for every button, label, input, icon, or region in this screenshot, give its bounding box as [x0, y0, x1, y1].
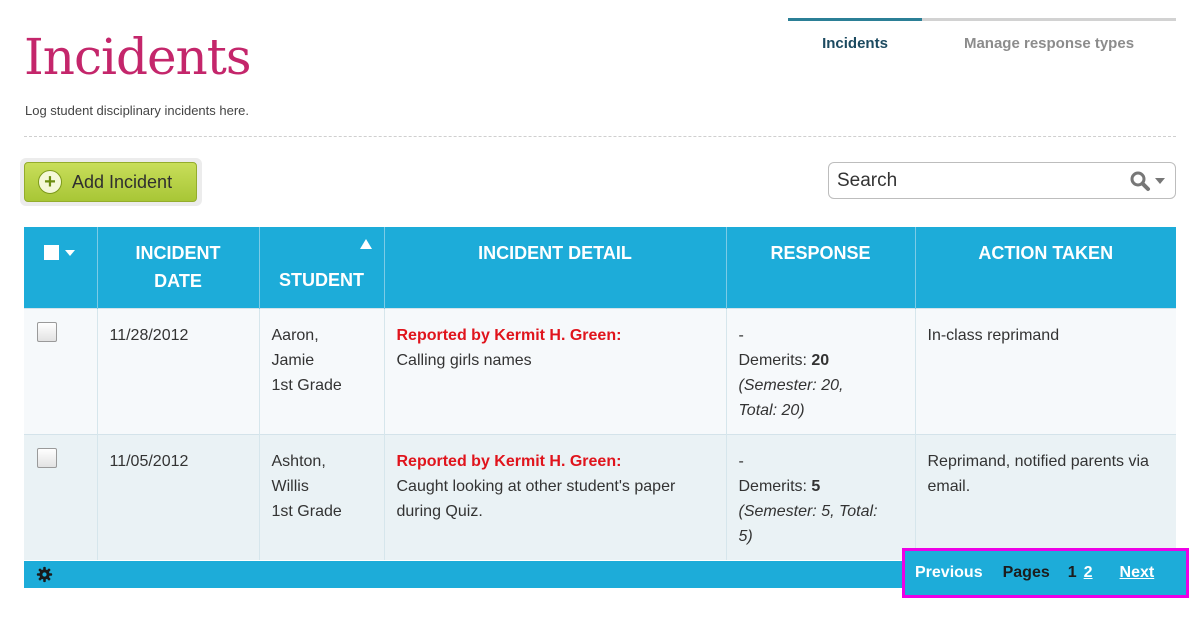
chevron-down-icon[interactable]	[65, 250, 75, 257]
header-incident-date[interactable]: INCIDENT DATE	[97, 227, 260, 308]
search-box	[828, 162, 1176, 199]
incident-detail-cell: Reported by Kermit H. Green: Caught look…	[384, 433, 727, 560]
row-checkbox[interactable]	[37, 447, 57, 468]
previous-page-link[interactable]: Previous	[915, 564, 983, 582]
response-dash: -	[738, 452, 744, 470]
semester-total-line1: (Semester: 5, Total:	[738, 502, 878, 520]
reporter-label: Reported by Kermit H. Green:	[396, 452, 622, 470]
semester-total-line1: (Semester: 20,	[738, 376, 844, 394]
dashed-divider	[24, 136, 1176, 137]
semester-total-line2: 5)	[738, 527, 753, 545]
search-input[interactable]	[829, 163, 1129, 198]
tab-incidents[interactable]: Incidents	[788, 18, 922, 66]
incident-detail-text: Caught looking at other student's paper …	[396, 477, 676, 520]
pages-label: Pages	[1002, 564, 1050, 581]
table-row[interactable]: 11/28/2012 Aaron, Jamie 1st Grade Report…	[24, 307, 1176, 434]
header-incident-date-line1: INCIDENT	[135, 243, 221, 264]
response-dash: -	[738, 326, 744, 344]
search-icon[interactable]	[1129, 170, 1151, 192]
student-name-line1: Aaron,	[271, 326, 319, 344]
header-action-taken-label: ACTION TAKEN	[978, 242, 1114, 263]
incident-detail-cell: Reported by Kermit H. Green: Calling gir…	[384, 307, 727, 434]
header-action-taken[interactable]: ACTION TAKEN	[915, 227, 1176, 308]
row-select-cell	[24, 307, 98, 434]
header-response-label: RESPONSE	[770, 242, 871, 263]
response-cell: - Demerits: 20 (Semester: 20, Total: 20)	[726, 307, 916, 434]
demerits-value: 20	[811, 351, 830, 369]
pagination: Previous Pages 1 2 Next	[902, 548, 1189, 598]
demerits-label: Demerits:	[738, 351, 807, 369]
next-page-link[interactable]: Next	[1120, 564, 1155, 582]
row-checkbox[interactable]	[37, 321, 57, 342]
incident-detail-text: Calling girls names	[396, 351, 532, 369]
demerits-value: 5	[811, 477, 821, 495]
select-all-checkbox[interactable]	[44, 245, 59, 260]
page-subtitle: Log student disciplinary incidents here.	[25, 103, 250, 118]
header-incident-detail[interactable]: INCIDENT DETAIL	[384, 227, 727, 308]
plus-circle-icon: +	[38, 170, 62, 194]
student-name-line2: Willis	[271, 477, 309, 495]
page-title: Incidents	[24, 28, 251, 86]
student-grade: 1st Grade	[271, 376, 342, 394]
page-1-current: 1	[1067, 564, 1077, 581]
tab-manage-response-types[interactable]: Manage response types	[922, 18, 1176, 66]
page-2-link[interactable]: 2	[1084, 564, 1093, 582]
select-all-header	[24, 227, 98, 308]
header-student[interactable]: STUDENT	[259, 227, 385, 308]
add-incident-wrapper: + Add Incident	[20, 158, 202, 206]
add-incident-button[interactable]: + Add Incident	[24, 162, 197, 202]
gear-icon[interactable]	[36, 566, 53, 583]
header-incident-date-line2: DATE	[154, 271, 202, 292]
chevron-down-icon[interactable]	[1153, 176, 1167, 186]
row-select-cell	[24, 433, 98, 560]
sort-ascending-icon	[359, 239, 372, 249]
header-response[interactable]: RESPONSE	[726, 227, 916, 308]
student-cell: Aaron, Jamie 1st Grade	[259, 307, 385, 434]
action-taken-cell: In-class reprimand	[915, 307, 1176, 434]
student-grade: 1st Grade	[271, 502, 342, 520]
reporter-label: Reported by Kermit H. Green:	[396, 326, 622, 344]
student-name-line2: Jamie	[271, 351, 315, 369]
student-name-line1: Ashton,	[271, 452, 326, 470]
demerits-label: Demerits:	[738, 477, 807, 495]
incident-date-cell: 11/05/2012	[97, 433, 260, 560]
table-header-row: INCIDENT DATE STUDENT INCIDENT DETAIL RE…	[24, 227, 1176, 308]
header-student-label: STUDENT	[279, 269, 364, 290]
student-cell: Ashton, Willis 1st Grade	[259, 433, 385, 560]
incidents-table: INCIDENT DATE STUDENT INCIDENT DETAIL RE…	[24, 227, 1176, 560]
table-row[interactable]: 11/05/2012 Ashton, Willis 1st Grade Repo…	[24, 433, 1176, 560]
tab-bar: Incidents Manage response types	[788, 18, 1176, 66]
incident-date-cell: 11/28/2012	[97, 307, 260, 434]
semester-total-line2: Total: 20)	[738, 401, 805, 419]
response-cell: - Demerits: 5 (Semester: 5, Total: 5)	[726, 433, 916, 560]
header-incident-detail-label: INCIDENT DETAIL	[478, 242, 632, 263]
add-incident-label: Add Incident	[72, 171, 173, 192]
action-taken-cell: Reprimand, notified parents via email.	[915, 433, 1176, 560]
